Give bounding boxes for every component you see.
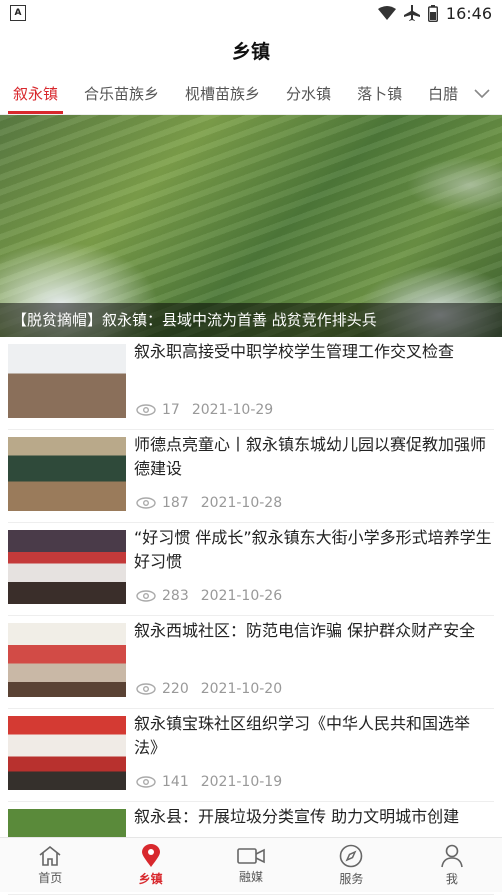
nav-me[interactable]: 我 [402, 838, 502, 892]
status-time: 16:46 [445, 3, 492, 23]
eye-icon [136, 683, 156, 695]
news-date: 2021-10-20 [200, 681, 283, 697]
bottom-nav: 首页 乡镇 融媒 服务 我 [0, 837, 502, 892]
nav-label: 乡镇 [138, 871, 163, 886]
eye-icon [136, 404, 156, 416]
news-item[interactable]: 师德点亮童心丨叙永镇东城幼儿园以赛促教加强师德建设 187 2021-10-28 [8, 430, 494, 523]
news-thumbnail [8, 716, 126, 790]
news-thumbnail [8, 530, 126, 604]
featured-banner[interactable]: 【脱贫摘帽】叙永镇：县域中流为首善 战贫竞作排头兵 [0, 115, 502, 337]
tab-luobu[interactable]: 落卜镇 [344, 74, 415, 114]
expand-tabs-button[interactable] [462, 74, 502, 114]
tab-jiancao[interactable]: 枧槽苗族乡 [172, 74, 273, 114]
airplane-icon [403, 5, 420, 21]
view-count: 17 [162, 402, 180, 418]
nav-towns[interactable]: 乡镇 [100, 838, 200, 892]
news-thumbnail [8, 623, 126, 697]
location-pin-icon [141, 843, 160, 867]
tab-xuyong-town[interactable]: 叙永镇 [0, 74, 71, 114]
status-bar: A 16:46 [0, 0, 502, 26]
news-date: 2021-10-19 [200, 774, 283, 790]
news-title: 叙永职高接受中职学校学生管理工作交叉检查 [134, 342, 455, 361]
view-count: 283 [162, 588, 189, 604]
nav-label: 服务 [339, 871, 364, 886]
nav-label: 首页 [38, 870, 63, 885]
home-icon [39, 845, 61, 866]
eye-icon [136, 590, 156, 602]
news-title: 叙永西城社区：防范电信诈骗 保护群众财产安全 [134, 621, 476, 640]
news-list: 叙永职高接受中职学校学生管理工作交叉检查 17 2021-10-29 师德点亮童心… [0, 337, 502, 895]
news-title: “好习惯 伴成长”叙永镇东大街小学多形式培养学生好习惯 [134, 528, 492, 571]
view-count: 220 [162, 681, 189, 697]
user-icon [441, 844, 463, 867]
nav-home[interactable]: 首页 [0, 838, 100, 892]
eye-icon [136, 497, 156, 509]
view-count: 141 [162, 774, 189, 790]
news-title: 叙永县：开展垃圾分类宣传 助力文明城市创建 [134, 807, 460, 826]
compass-icon [340, 844, 363, 867]
news-item[interactable]: “好习惯 伴成长”叙永镇东大街小学多形式培养学生好习惯 283 2021-10-2… [8, 523, 494, 616]
news-date: 2021-10-26 [200, 588, 283, 604]
video-camera-icon [237, 847, 265, 864]
eye-icon [136, 776, 156, 788]
battery-icon [427, 4, 438, 22]
news-thumbnail [8, 437, 126, 511]
town-tabs: 叙永镇 合乐苗族乡 枧槽苗族乡 分水镇 落卜镇 白腊 [0, 74, 502, 115]
news-thumbnail [8, 344, 126, 418]
news-item[interactable]: 叙永镇宝珠社区组织学习《中华人民共和国选举法》 141 2021-10-19 [8, 709, 494, 802]
news-item[interactable]: 叙永职高接受中职学校学生管理工作交叉检查 17 2021-10-29 [8, 337, 494, 430]
tab-hele[interactable]: 合乐苗族乡 [71, 74, 172, 114]
news-date: 2021-10-29 [191, 402, 274, 418]
nav-services[interactable]: 服务 [301, 838, 401, 892]
tab-fenshui[interactable]: 分水镇 [273, 74, 344, 114]
nav-label: 我 [445, 871, 458, 886]
news-item[interactable]: 叙永西城社区：防范电信诈骗 保护群众财产安全 220 2021-10-20 [8, 616, 494, 709]
chevron-down-icon [474, 89, 490, 99]
wifi-icon [377, 6, 396, 20]
nav-label: 融媒 [239, 869, 264, 884]
news-title: 叙永镇宝珠社区组织学习《中华人民共和国选举法》 [134, 714, 471, 757]
nav-media[interactable]: 融媒 [201, 838, 301, 892]
view-count: 187 [162, 495, 189, 511]
a-icon: A [10, 5, 26, 21]
banner-caption: 【脱贫摘帽】叙永镇：县域中流为首善 战贫竞作排头兵 [0, 303, 502, 337]
page-title: 乡镇 [231, 40, 270, 63]
news-date: 2021-10-28 [200, 495, 283, 511]
news-title: 师德点亮童心丨叙永镇东城幼儿园以赛促教加强师德建设 [134, 435, 487, 478]
